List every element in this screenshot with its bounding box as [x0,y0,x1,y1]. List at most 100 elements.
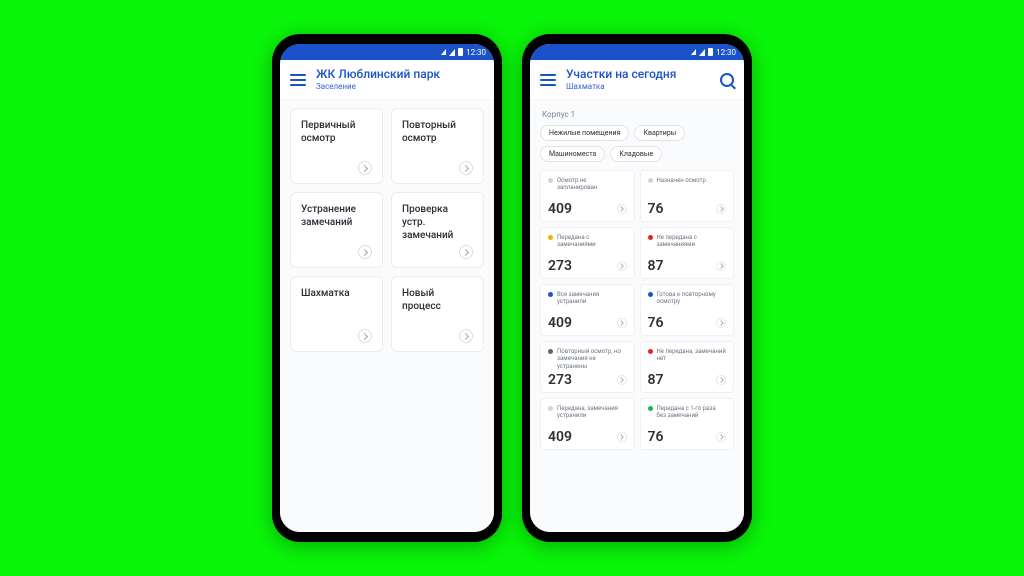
stat-card-value: 409 [548,315,572,331]
signal-icon [699,49,705,56]
stat-card-label: Назначен осмотр [657,177,706,184]
stat-card[interactable]: Не передана с замечаниями 87 [640,227,735,279]
stat-card-value: 409 [548,201,572,217]
chevron-right-icon [459,245,473,259]
status-dot-icon [648,235,653,240]
stat-card-bottom: 87 [648,258,727,274]
stat-card-bottom: 76 [648,315,727,331]
stat-card[interactable]: Передана с 1-го раза без замечаний 76 [640,398,735,450]
menu-card-primary-inspection[interactable]: Первичный осмотр [290,108,383,184]
chip-apartments[interactable]: Квартиры [634,125,685,141]
chevron-right-icon [716,432,726,442]
stat-card-bottom: 76 [648,201,727,217]
chip-storage[interactable]: Кладовые [610,146,662,162]
menu-icon[interactable] [290,74,306,86]
stat-card-bottom: 273 [548,372,627,388]
stat-card[interactable]: Все замечания устранили 409 [540,284,635,336]
chip-parking[interactable]: Машиноместа [540,146,605,162]
status-dot-icon [648,292,653,297]
menu-icon[interactable] [540,74,556,86]
content-area: Корпус 1 Нежилые помещения Квартиры Маши… [530,100,744,532]
stat-card[interactable]: Передана с замечаниями 273 [540,227,635,279]
menu-card-title: Новый процесс [402,287,473,313]
chevron-right-icon [358,161,372,175]
stat-card-label: Повторный осмотр, но замечания не устран… [557,348,627,370]
menu-card-check-fix[interactable]: Проверка устр. замечаний [391,192,484,268]
stat-card-value: 76 [648,429,664,445]
stat-card-label: Не передана с замечаниями [657,234,727,248]
page-subtitle: Шахматка [566,82,676,91]
page-title: ЖК Люблинский парк [316,68,440,81]
stat-card[interactable]: Назначен осмотр 76 [640,170,735,222]
stat-card[interactable]: Повторный осмотр, но замечания не устран… [540,341,635,393]
stat-card-header: Осмотр не запланирован [548,177,627,191]
phone-frame-1: 12:30 ЖК Люблинский парк Заселение Перви… [272,34,502,542]
chevron-right-icon [716,318,726,328]
status-dot-icon [548,235,553,240]
stats-grid: Осмотр не запланирован 409 Назначен осмотр… [540,170,734,450]
stat-card-header: Передана с 1-го раза без замечаний [648,405,727,419]
status-dot-icon [548,349,553,354]
stat-card-value: 76 [648,315,664,331]
stat-card-header: Все замечания устранили [548,291,627,305]
stat-card-bottom: 409 [548,315,627,331]
chevron-right-icon [716,261,726,271]
stat-card[interactable]: Передана, замечания устранили 409 [540,398,635,450]
stat-card-bottom: 409 [548,429,627,445]
status-dot-icon [648,178,653,183]
chevron-right-icon [358,329,372,343]
stat-card-header: Не передана, замечаний нет [648,348,727,362]
section-label: Корпус 1 [542,110,734,119]
app-bar: Участки на сегодня Шахматка [530,60,744,100]
battery-icon [708,48,713,56]
signal-icon-small [441,49,446,55]
stat-card-header: Передана, замечания устранили [548,405,627,419]
signal-icon-small [691,49,696,55]
status-dot-icon [548,178,553,183]
app-title-block: ЖК Люблинский парк Заселение [316,68,440,91]
stat-card-bottom: 409 [548,201,627,217]
menu-card-repeat-inspection[interactable]: Повторный осмотр [391,108,484,184]
menu-card-title: Шахматка [301,287,372,300]
page-subtitle: Заселение [316,82,440,91]
stat-card-label: Готова к повторному осмотру [657,291,727,305]
chip-nonresidential[interactable]: Нежилые помещения [540,125,629,141]
stat-card-value: 76 [648,201,664,217]
battery-icon [458,48,463,56]
chevron-right-icon [459,161,473,175]
search-icon [720,73,734,87]
status-dot-icon [548,292,553,297]
chevron-right-icon [617,318,627,328]
page-title: Участки на сегодня [566,68,676,81]
status-bar: 12:30 [530,44,744,60]
stat-card-value: 273 [548,372,572,388]
menu-card-fix-remarks[interactable]: Устранение замечаний [290,192,383,268]
stat-card-value: 273 [548,258,572,274]
menu-card-new-process[interactable]: Новый процесс [391,276,484,352]
stat-card-label: Не передана, замечаний нет [657,348,727,362]
app-bar: ЖК Люблинский парк Заселение [280,60,494,100]
status-dot-icon [648,349,653,354]
phone-frame-2: 12:30 Участки на сегодня Шахматка Корпус… [522,34,752,542]
stat-card-label: Передана, замечания устранили [557,405,627,419]
stat-card-value: 87 [648,372,664,388]
status-dot-icon [548,406,553,411]
status-time: 12:30 [466,48,486,57]
search-button[interactable] [720,73,734,87]
stat-card-header: Передана с замечаниями [548,234,627,248]
stat-card-header: Повторный осмотр, но замечания не устран… [548,348,627,370]
status-dot-icon [648,406,653,411]
stat-card[interactable]: Готова к повторному осмотру 76 [640,284,735,336]
menu-card-chessboard[interactable]: Шахматка [290,276,383,352]
menu-card-title: Устранение замечаний [301,203,372,229]
menu-card-title: Первичный осмотр [301,119,372,145]
stat-card[interactable]: Не передана, замечаний нет 87 [640,341,735,393]
stat-card-bottom: 87 [648,372,727,388]
stat-card-label: Все замечания устранили [557,291,627,305]
stat-card-bottom: 76 [648,429,727,445]
chevron-right-icon [617,375,627,385]
stat-card-value: 409 [548,429,572,445]
chevron-right-icon [617,432,627,442]
stat-card[interactable]: Осмотр не запланирован 409 [540,170,635,222]
status-bar: 12:30 [280,44,494,60]
